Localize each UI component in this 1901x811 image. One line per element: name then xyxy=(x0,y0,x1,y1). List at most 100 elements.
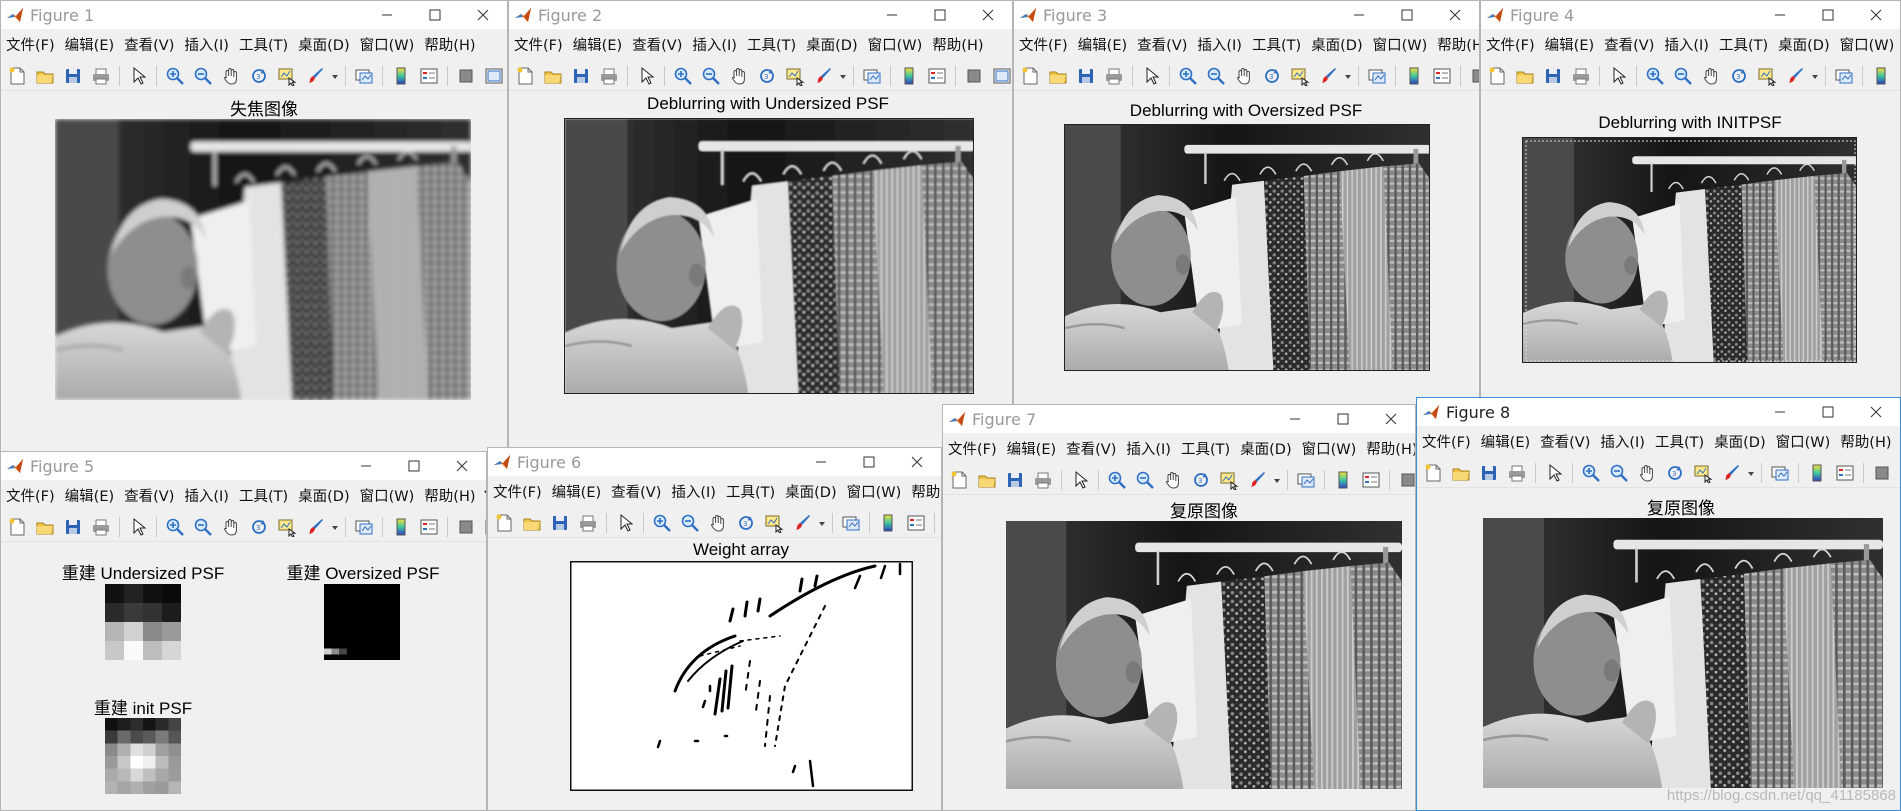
zoom-out-icon[interactable] xyxy=(679,512,701,534)
maximize-icon[interactable] xyxy=(1321,405,1365,433)
brush-dropdown-icon[interactable] xyxy=(330,65,340,87)
print-icon[interactable] xyxy=(1570,65,1592,87)
menu-item-6[interactable]: 窗口(W) xyxy=(1773,431,1835,452)
oversized-psf-image[interactable] xyxy=(324,584,400,660)
restored-image[interactable] xyxy=(1483,518,1883,788)
menu-item-3[interactable]: 插入(I) xyxy=(1661,34,1713,55)
undersized-psf-image[interactable] xyxy=(105,584,181,660)
save-icon[interactable] xyxy=(1478,462,1500,484)
menu-item-5[interactable]: 桌面(D) xyxy=(1308,34,1366,55)
menu-item-0[interactable]: 文件(F) xyxy=(3,485,59,506)
maximize-icon[interactable] xyxy=(1806,398,1850,426)
minimize-icon[interactable] xyxy=(1337,1,1381,29)
pointer-icon[interactable] xyxy=(1607,65,1629,87)
open-file-icon[interactable] xyxy=(34,65,56,87)
menu-item-2[interactable]: 查看(V) xyxy=(1601,34,1658,55)
print-icon[interactable] xyxy=(1032,469,1054,491)
menu-item-4[interactable]: 工具(T) xyxy=(744,34,800,55)
pan-hand-icon[interactable] xyxy=(707,512,729,534)
new-figure-icon[interactable] xyxy=(493,512,515,534)
menu-item-1[interactable]: 编辑(E) xyxy=(549,481,605,502)
maximize-icon[interactable] xyxy=(918,1,962,29)
pan-hand-icon[interactable] xyxy=(1233,65,1255,87)
print-icon[interactable] xyxy=(598,65,620,87)
close-icon[interactable] xyxy=(1433,1,1477,29)
data-cursor-icon[interactable] xyxy=(1756,65,1778,87)
new-figure-icon[interactable] xyxy=(6,65,28,87)
rotate-3d-icon[interactable]: 3 xyxy=(1728,65,1750,87)
pan-hand-icon[interactable] xyxy=(1636,462,1658,484)
title-bar[interactable]: Figure 4 xyxy=(1481,1,1900,29)
figure-1-window[interactable]: Figure 1 文件(F) 编辑(E) 查看(V) 插入(I) 工具(T) 桌面(D) 窗… xyxy=(0,0,508,455)
menu-item-4[interactable]: 工具(T) xyxy=(236,34,292,55)
brush-dropdown-icon[interactable] xyxy=(1272,469,1282,491)
figure-2-window[interactable]: Figure 2 文件(F) 编辑(E) 查看(V) 插入(I) 工具(T) 桌面(D) 窗… xyxy=(508,0,1013,455)
menu-item-0[interactable]: 文件(F) xyxy=(1483,34,1539,55)
figure-8-window[interactable]: Figure 8 文件(F) 编辑(E) 查看(V) 插入(I) 工具(T) 桌面(D) 窗… xyxy=(1416,397,1901,811)
menu-item-3[interactable]: 插入(I) xyxy=(1123,438,1175,459)
menu-item-2[interactable]: 查看(V) xyxy=(121,34,178,55)
save-icon[interactable] xyxy=(549,512,571,534)
hide-plot-tools-icon[interactable] xyxy=(455,65,477,87)
title-bar[interactable]: Figure 3 xyxy=(1014,1,1479,29)
save-icon[interactable] xyxy=(62,65,84,87)
menu-item-0[interactable]: 文件(F) xyxy=(3,34,59,55)
weight-array-image[interactable] xyxy=(570,561,913,791)
open-file-icon[interactable] xyxy=(976,469,998,491)
legend-icon[interactable] xyxy=(418,65,440,87)
menu-item-4[interactable]: 工具(T) xyxy=(1249,34,1305,55)
new-figure-icon[interactable] xyxy=(514,65,536,87)
menu-overflow-icon[interactable]: ↘ xyxy=(483,488,487,503)
rotate-3d-icon[interactable]: 3 xyxy=(1664,462,1686,484)
menu-item-2[interactable]: 查看(V) xyxy=(1134,34,1191,55)
save-icon[interactable] xyxy=(1075,65,1097,87)
data-cursor-icon[interactable] xyxy=(1692,462,1714,484)
menu-item-1[interactable]: 编辑(E) xyxy=(1075,34,1131,55)
link-plot-icon[interactable] xyxy=(861,65,883,87)
menu-item-1[interactable]: 编辑(E) xyxy=(62,34,118,55)
menu-item-6[interactable]: 窗口(W) xyxy=(357,485,419,506)
print-icon[interactable] xyxy=(90,516,112,538)
restored-image[interactable] xyxy=(1006,521,1402,789)
open-file-icon[interactable] xyxy=(34,516,56,538)
zoom-in-icon[interactable] xyxy=(1177,65,1199,87)
menu-item-5[interactable]: 桌面(D) xyxy=(803,34,861,55)
close-icon[interactable] xyxy=(1854,398,1898,426)
initpsf-deblurred-image[interactable] xyxy=(1522,137,1857,363)
data-cursor-icon[interactable] xyxy=(784,65,806,87)
data-cursor-icon[interactable] xyxy=(1289,65,1311,87)
colorbar-icon[interactable] xyxy=(1806,462,1828,484)
link-plot-icon[interactable] xyxy=(353,516,375,538)
menu-item-2[interactable]: 查看(V) xyxy=(608,481,665,502)
menu-item-6[interactable]: 窗口(W) xyxy=(865,34,927,55)
legend-icon[interactable] xyxy=(905,512,927,534)
pointer-icon[interactable] xyxy=(127,516,149,538)
brush-dropdown-icon[interactable] xyxy=(838,65,848,87)
link-plot-icon[interactable] xyxy=(1295,469,1317,491)
zoom-in-icon[interactable] xyxy=(672,65,694,87)
figure-6-window[interactable]: Figure 6 文件(F) 编辑(E) 查看(V) 插入(I) 工具(T) 桌面(D) 窗… xyxy=(487,447,942,811)
minimize-icon[interactable] xyxy=(344,452,388,480)
undersized-psf-deblurred-image[interactable] xyxy=(564,118,974,394)
menu-item-2[interactable]: 查看(V) xyxy=(629,34,686,55)
zoom-in-icon[interactable] xyxy=(164,516,186,538)
menu-item-2[interactable]: 查看(V) xyxy=(1537,431,1594,452)
new-figure-icon[interactable] xyxy=(1422,462,1444,484)
figure-3-window[interactable]: Figure 3 文件(F) 编辑(E) 查看(V) 插入(I) 工具(T) 桌面(D) 窗… xyxy=(1013,0,1480,455)
pan-hand-icon[interactable] xyxy=(728,65,750,87)
menu-item-1[interactable]: 编辑(E) xyxy=(570,34,626,55)
menu-item-6[interactable]: 窗口(W) xyxy=(1370,34,1432,55)
pan-hand-icon[interactable] xyxy=(220,65,242,87)
menu-item-4[interactable]: 工具(T) xyxy=(236,485,292,506)
menu-item-1[interactable]: 编辑(E) xyxy=(1004,438,1060,459)
menu-item-7[interactable]: 帮助(H) xyxy=(1434,34,1479,55)
menu-item-7[interactable]: 帮助(H) xyxy=(908,481,941,502)
menu-item-4[interactable]: 工具(T) xyxy=(1178,438,1234,459)
new-figure-icon[interactable] xyxy=(1019,65,1041,87)
show-plot-tools-icon[interactable] xyxy=(483,516,486,538)
maximize-icon[interactable] xyxy=(1806,1,1850,29)
legend-icon[interactable] xyxy=(1898,65,1900,87)
colorbar-icon[interactable] xyxy=(877,512,899,534)
maximize-icon[interactable] xyxy=(847,448,891,476)
menu-item-4[interactable]: 工具(T) xyxy=(1652,431,1708,452)
